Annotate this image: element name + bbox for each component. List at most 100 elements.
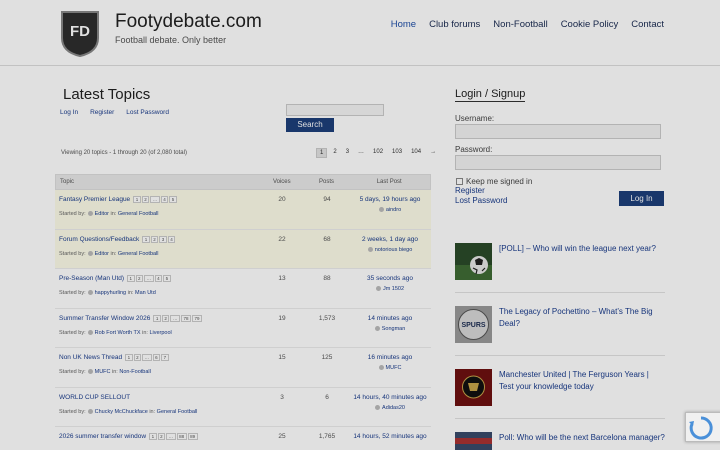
topic-title[interactable]: Fantasy Premier League (59, 196, 130, 203)
last-post-time[interactable]: 14 minutes ago (349, 309, 431, 322)
post-title[interactable]: [POLL] – Who will win the league next ye… (499, 243, 665, 255)
topic-page-link[interactable]: 2 (157, 433, 166, 440)
topic-page-link[interactable]: 1 (133, 196, 141, 203)
site-title[interactable]: Footydebate.com (115, 11, 262, 33)
topic-title[interactable]: WORLD CUP SELLOUT (59, 394, 130, 401)
last-post-time[interactable]: 35 seconds ago (349, 269, 431, 282)
topic-page-link[interactable]: 78 (180, 314, 191, 322)
topic-page-link[interactable]: 5 (163, 275, 171, 282)
keep-signed-in-checkbox[interactable] (456, 178, 463, 185)
topic-page-link[interactable]: 1 (125, 354, 133, 361)
post-thumbnail[interactable] (455, 369, 492, 406)
recaptcha-badge[interactable] (685, 412, 720, 442)
topic-author[interactable]: Chucky McChuckface (95, 409, 148, 415)
topic-title[interactable]: 2026 summer transfer window (59, 433, 146, 440)
register-link[interactable]: Register (90, 109, 114, 116)
topic-page-link[interactable]: 3 (159, 235, 167, 243)
topic-forum[interactable]: General Football (118, 211, 159, 217)
topic-page-link[interactable]: 1 (142, 235, 150, 243)
last-post-user[interactable]: Jm 1502 (349, 286, 431, 292)
last-post-user[interactable]: Songman (349, 325, 431, 332)
topic-forum[interactable]: Liverpool (149, 330, 171, 336)
post-title[interactable]: Poll: Who will be the next Barcelona man… (499, 432, 665, 444)
topic-title[interactable]: Pre-Season (Man Utd) (59, 275, 124, 282)
topic-author[interactable]: MUFC (95, 369, 111, 375)
post-thumbnail[interactable] (455, 432, 492, 450)
topic-page-link[interactable]: 88 (176, 433, 187, 440)
last-post-user[interactable]: Adidas20 (349, 404, 431, 411)
topic-forum[interactable]: General Football (157, 409, 198, 415)
topic-page-link[interactable]: 2 (161, 314, 170, 322)
topic-forum[interactable]: Man Utd (135, 290, 156, 296)
topic-author[interactable]: happyhurling (95, 290, 127, 296)
last-post-time[interactable]: 14 hours, 40 minutes ago (349, 388, 431, 401)
topic-page-link[interactable]: 4 (160, 196, 169, 203)
topic-page-link[interactable]: 6 (152, 354, 161, 361)
topic-author[interactable]: Rob Fort Worth TX (95, 330, 141, 336)
last-post-username[interactable]: Songman (382, 326, 406, 332)
last-post-username[interactable]: MUFC (386, 365, 402, 371)
last-post-username[interactable]: aindro (386, 207, 401, 213)
topic-page-link[interactable]: 7 (161, 354, 169, 361)
password-field[interactable] (455, 155, 661, 170)
page-1[interactable]: 1 (316, 148, 328, 158)
sidebar-lost-password-link[interactable]: Lost Password (455, 196, 507, 205)
topic-page-link[interactable]: 1 (127, 275, 135, 282)
topic-page-link[interactable]: … (144, 275, 154, 282)
topic-page-link[interactable]: … (166, 433, 176, 440)
last-post-user[interactable]: MUFC (349, 365, 431, 371)
page-2[interactable]: 2 (330, 148, 339, 158)
nav-cookie-policy[interactable]: Cookie Policy (561, 19, 619, 30)
last-post-time[interactable]: 14 hours, 52 minutes ago (349, 427, 431, 440)
topic-page-link[interactable]: 89 (187, 433, 198, 440)
topic-page-link[interactable]: 2 (150, 235, 159, 243)
site-logo[interactable]: FD (58, 8, 102, 58)
topic-author[interactable]: Editor (95, 251, 109, 257)
last-post-username[interactable]: Jm 1502 (383, 286, 404, 292)
search-input[interactable] (286, 104, 384, 116)
topic-forum[interactable]: Non-Football (119, 369, 151, 375)
topic-page-link[interactable]: … (170, 314, 180, 322)
lost-password-link[interactable]: Lost Password (126, 109, 169, 116)
login-link[interactable]: Log In (60, 109, 78, 116)
last-post-time[interactable]: 5 days, 19 hours ago (349, 190, 431, 203)
nav-home[interactable]: Home (391, 19, 416, 30)
topic-page-link[interactable]: 1 (153, 314, 161, 322)
topic-page-link[interactable]: 4 (154, 275, 163, 282)
last-post-username[interactable]: Adidas20 (382, 405, 405, 411)
last-post-username[interactable]: notorious biego (375, 247, 413, 253)
topic-page-link[interactable]: … (142, 354, 152, 361)
nav-contact[interactable]: Contact (631, 19, 664, 30)
page-103[interactable]: 103 (389, 148, 405, 158)
post-title[interactable]: Manchester United | The Ferguson Years |… (499, 369, 665, 393)
topic-title[interactable]: Forum Questions/Feedback (59, 236, 139, 243)
page-3[interactable]: 3 (343, 148, 352, 158)
topic-page-link[interactable]: 2 (133, 354, 142, 361)
sidebar-register-link[interactable]: Register (455, 186, 485, 195)
topic-page-link[interactable]: 1 (149, 433, 157, 440)
topic-page-link[interactable]: 5 (169, 196, 177, 203)
search-button[interactable]: Search (286, 118, 334, 132)
login-button[interactable]: Log In (619, 191, 664, 206)
topic-page-link[interactable]: 79 (191, 314, 202, 322)
topic-page-link[interactable]: … (150, 196, 160, 203)
topic-page-link[interactable]: 4 (167, 235, 176, 243)
page-102[interactable]: 102 (370, 148, 386, 158)
last-post-time[interactable]: 16 minutes ago (349, 348, 431, 361)
post-title[interactable]: The Legacy of Pochettino – What’s The Bi… (499, 306, 665, 330)
topic-title[interactable]: Non UK News Thread (59, 354, 122, 361)
topic-page-link[interactable]: 2 (135, 275, 144, 282)
topic-author[interactable]: Editor (95, 211, 109, 217)
last-post-user[interactable]: aindro (349, 207, 431, 213)
post-thumbnail[interactable] (455, 243, 492, 280)
last-post-user[interactable]: notorious biego (349, 246, 431, 253)
last-post-time[interactable]: 2 weeks, 1 day ago (349, 230, 431, 243)
nav-club-forums[interactable]: Club forums (429, 19, 480, 30)
nav-non-football[interactable]: Non-Football (493, 19, 547, 30)
topic-title[interactable]: Summer Transfer Window 2026 (59, 315, 150, 322)
username-field[interactable] (455, 124, 661, 139)
topic-forum[interactable]: General Football (118, 251, 159, 257)
page-next[interactable]: → (427, 148, 439, 158)
post-thumbnail[interactable]: SPURS (455, 306, 492, 343)
page-104[interactable]: 104 (408, 148, 424, 158)
